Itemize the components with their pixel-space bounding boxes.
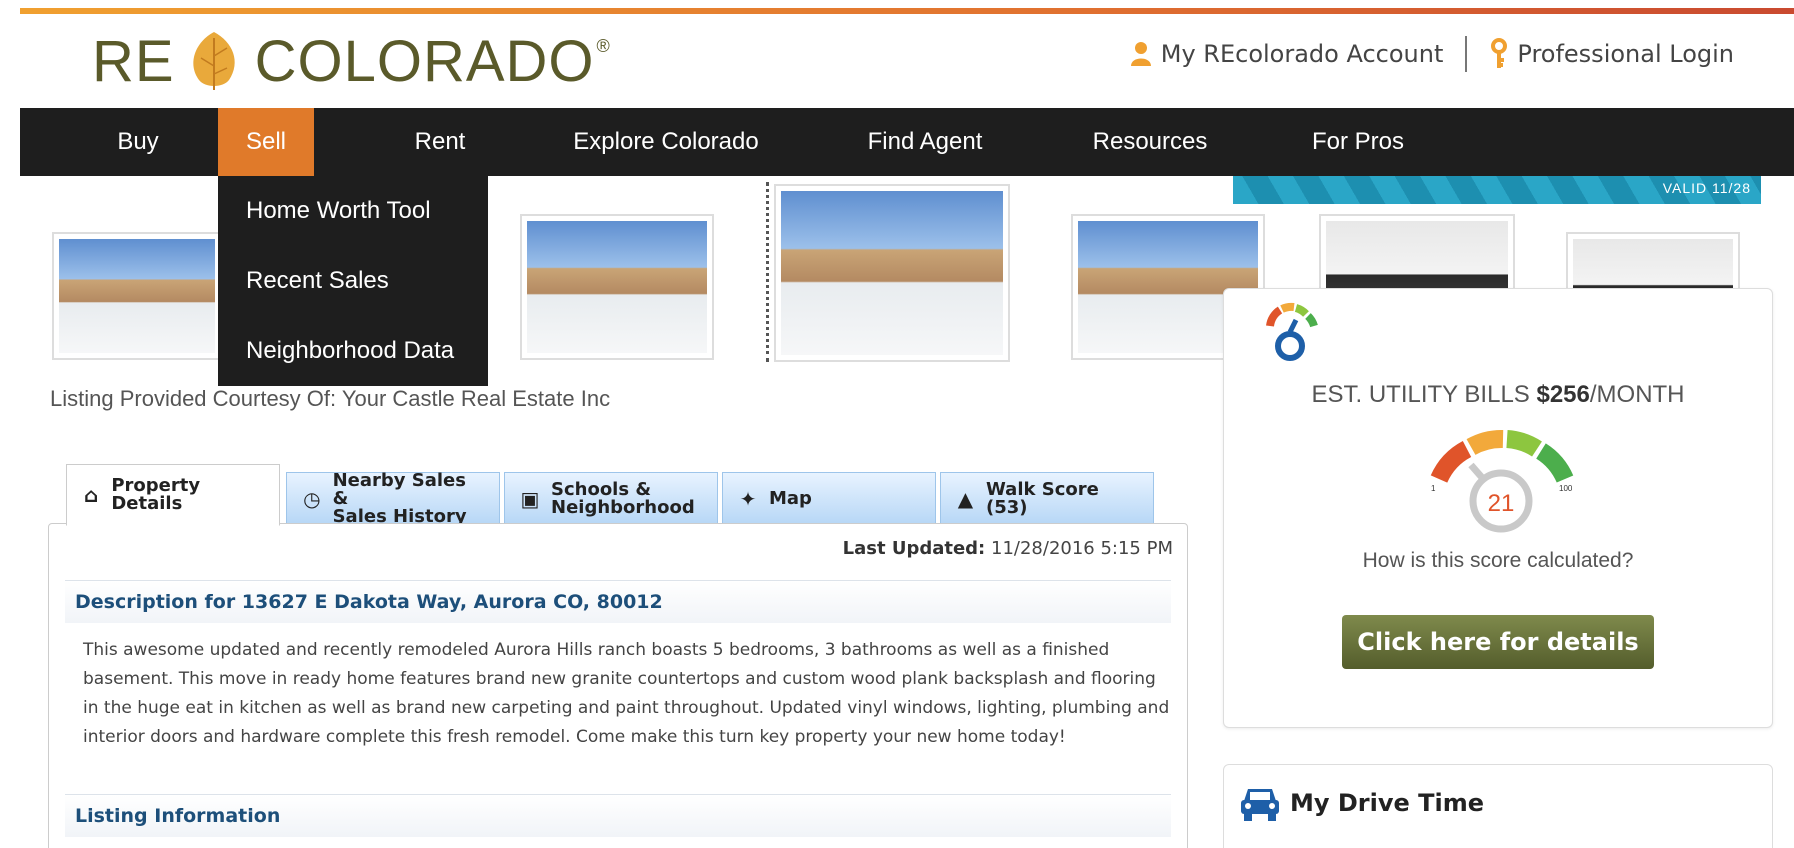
click-for-details-button[interactable]: Click here for details	[1342, 615, 1654, 669]
tab-label: Walk Score (53)	[985, 478, 1099, 518]
tab-nearby-sales[interactable]: ◷ Nearby Sales & Sales History	[286, 469, 500, 527]
gauge-min-label: 1	[1431, 484, 1436, 493]
user-icon	[1130, 42, 1151, 66]
tab-label: Schools & Neighborhood	[551, 478, 695, 518]
header-divider	[1465, 36, 1468, 72]
tab-walk-score[interactable]: ▲ Walk Score (53)	[940, 472, 1154, 524]
sell-dropdown-menu: Home Worth Tool Recent Sales Neighborhoo…	[218, 176, 488, 386]
nav-explore-colorado[interactable]: Explore Colorado	[546, 108, 786, 176]
nav-buy[interactable]: Buy	[74, 108, 202, 176]
description-text: This awesome updated and recently remode…	[83, 640, 1170, 747]
drive-time-title: My Drive Time	[1290, 789, 1485, 817]
professional-login-link[interactable]: Professional Login	[1489, 38, 1734, 70]
logo-text-re: RE	[92, 28, 175, 94]
house-exterior-photo	[781, 191, 1003, 355]
gauge-score-value: 21	[1488, 490, 1515, 517]
utility-score-gauge: 1 100 21	[1430, 430, 1574, 533]
house-exterior-photo	[527, 221, 707, 353]
header-links: My REcolorado Account Professional Login	[1129, 36, 1734, 72]
menu-item-neighborhood-data[interactable]: Neighborhood Data	[218, 316, 488, 386]
property-details-panel: Last Updated: 11/28/2016 5:15 PM Descrip…	[48, 523, 1188, 848]
clock-icon: ◷	[303, 486, 321, 511]
nav-find-agent[interactable]: Find Agent	[830, 108, 1020, 176]
last-updated: Last Updated: 11/28/2016 5:15 PM	[842, 538, 1173, 559]
menu-item-recent-sales[interactable]: Recent Sales	[218, 246, 488, 316]
tab-schools-neighborhood[interactable]: ▣ Schools & Neighborhood	[504, 472, 718, 524]
banner-valid-text: VALID 11/28	[1662, 180, 1751, 196]
house-exterior-photo	[59, 239, 215, 353]
nav-rent[interactable]: Rent	[380, 108, 500, 176]
drive-time-panel: My Drive Time	[1223, 764, 1773, 848]
photo-thumbnail-selected[interactable]	[774, 184, 1010, 362]
tab-map[interactable]: ✦ Map	[722, 472, 936, 524]
compass-icon: ✦	[739, 486, 757, 511]
nav-for-pros[interactable]: For Pros	[1276, 108, 1440, 176]
carousel-divider	[766, 182, 769, 362]
photo-thumbnail[interactable]	[52, 232, 222, 360]
tab-property-details[interactable]: ⌂ Property Details	[66, 464, 280, 526]
description-heading: Description for 13627 E Dakota Way, Auro…	[65, 580, 1171, 623]
tab-label: Nearby Sales & Sales History	[332, 469, 467, 527]
logo-text-colorado: COLORADO	[254, 28, 595, 94]
home-icon: ⌂	[84, 483, 99, 507]
gauge-max-label: 100	[1559, 484, 1573, 493]
nav-resources[interactable]: Resources	[1060, 108, 1240, 176]
photo-thumbnail[interactable]	[520, 214, 714, 360]
road-icon: ▲	[957, 486, 974, 511]
utility-score-logo-icon	[1266, 302, 1318, 361]
my-account-link[interactable]: My REcolorado Account	[1129, 40, 1444, 68]
promo-banner[interactable]: VALID 11/28	[1233, 176, 1761, 204]
tab-label: Property Details	[111, 475, 201, 514]
utility-bills-title: EST. UTILITY BILLS $256/MONTH	[1311, 381, 1685, 408]
my-account-label: My REcolorado Account	[1160, 40, 1444, 68]
bar-chart-icon: ▣	[520, 486, 540, 511]
listing-courtesy-text: Listing Provided Courtesy Of: Your Castl…	[50, 386, 611, 411]
tab-label: Map	[769, 487, 812, 509]
professional-login-label: Professional Login	[1517, 40, 1734, 68]
nav-sell[interactable]: Sell	[218, 108, 314, 176]
score-calculation-link[interactable]: How is this score calculated?	[1224, 549, 1772, 573]
key-icon	[1491, 38, 1508, 68]
top-accent-bar	[20, 8, 1794, 14]
aspen-leaf-icon	[192, 32, 235, 90]
recolorado-logo[interactable]: RE COLORADO ®	[92, 26, 611, 96]
listing-information-heading: Listing Information	[65, 794, 1171, 837]
menu-item-home-worth-tool[interactable]: Home Worth Tool	[218, 176, 488, 246]
registered-mark: ®	[596, 36, 611, 56]
main-nav: Buy Sell Rent Explore Colorado Find Agen…	[20, 108, 1794, 176]
car-icon	[1241, 789, 1279, 821]
